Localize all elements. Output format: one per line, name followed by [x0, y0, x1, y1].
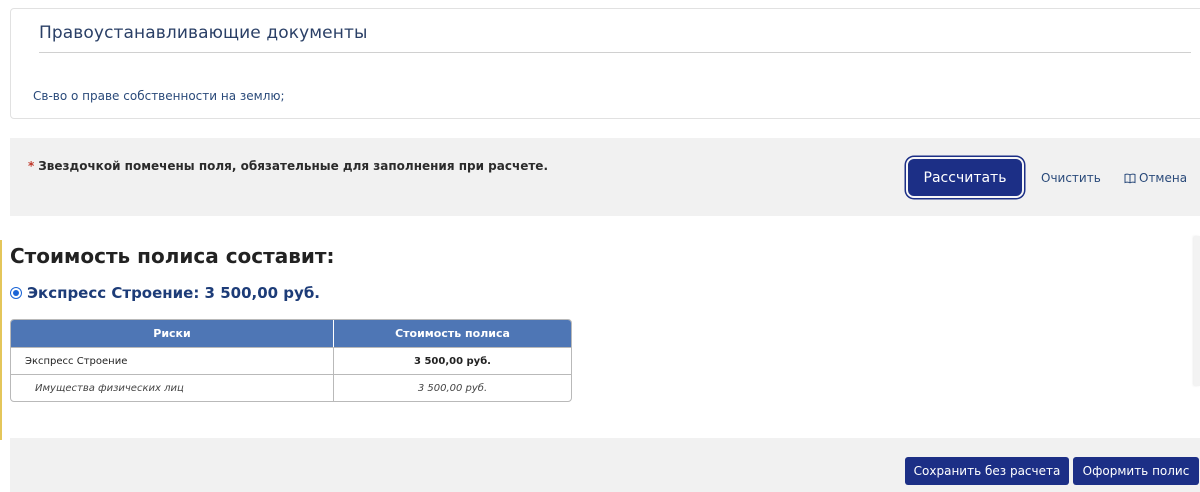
risks-table: Риски Стоимость полиса Экспресс Строение… [10, 319, 572, 402]
header-risks: Риски [11, 320, 333, 347]
book-icon [1124, 173, 1136, 183]
program-option-label: Экспресс Строение: 3 500,00 руб. [27, 284, 320, 302]
program-radio[interactable] [10, 287, 22, 299]
radio-selected-dot [13, 290, 19, 296]
section-divider [39, 52, 1191, 53]
cancel-link[interactable]: Отмена [1124, 171, 1187, 185]
risk-name-cell: Экспресс Строение [11, 347, 333, 374]
calculation-panel: * Звездочкой помечены поля, обязательные … [10, 138, 1200, 216]
table-row: Экспресс Строение 3 500,00 руб. [11, 347, 571, 374]
left-accent-bar [0, 240, 2, 440]
table-row: Имущества физических лиц 3 500,00 руб. [11, 374, 571, 401]
issue-policy-button[interactable]: Оформить полис [1073, 457, 1199, 485]
section-title: Правоустанавливающие документы [39, 23, 368, 43]
header-policy-cost: Стоимость полиса [333, 320, 571, 347]
footer-panel: Сохранить без расчета Оформить полис [10, 438, 1200, 492]
save-without-calculation-button[interactable]: Сохранить без расчета [905, 457, 1069, 485]
required-asterisk: * [28, 159, 35, 173]
program-option[interactable]: Экспресс Строение: 3 500,00 руб. [10, 284, 320, 302]
risk-name-cell: Имущества физических лиц [11, 374, 333, 401]
title-documents-card: Правоустанавливающие документы Св-во о п… [10, 8, 1200, 119]
calculate-button[interactable]: Рассчитать [906, 157, 1024, 198]
clear-link[interactable]: Очистить [1041, 171, 1101, 185]
cancel-label: Отмена [1139, 171, 1188, 185]
result-title: Стоимость полиса составит: [10, 244, 335, 268]
required-fields-note: * Звездочкой помечены поля, обязательные … [28, 159, 548, 173]
required-note-text: Звездочкой помечены поля, обязательные д… [38, 159, 548, 173]
table-header-row: Риски Стоимость полиса [11, 320, 571, 347]
document-item: Св-во о праве собственности на землю; [33, 89, 285, 103]
risk-cost-cell: 3 500,00 руб. [333, 374, 571, 401]
side-panel-edge [1194, 236, 1200, 386]
risk-cost-cell: 3 500,00 руб. [333, 347, 571, 374]
